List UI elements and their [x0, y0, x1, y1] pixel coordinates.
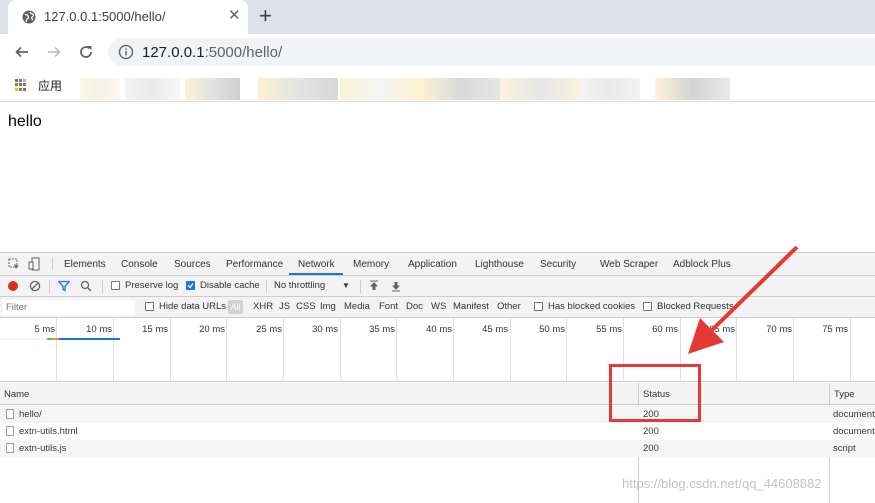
watermark: https://blog.csdn.net/qq_44608882: [622, 476, 822, 491]
annotation-arrow-icon: [688, 245, 799, 354]
status-column-highlight-box: [609, 364, 701, 422]
